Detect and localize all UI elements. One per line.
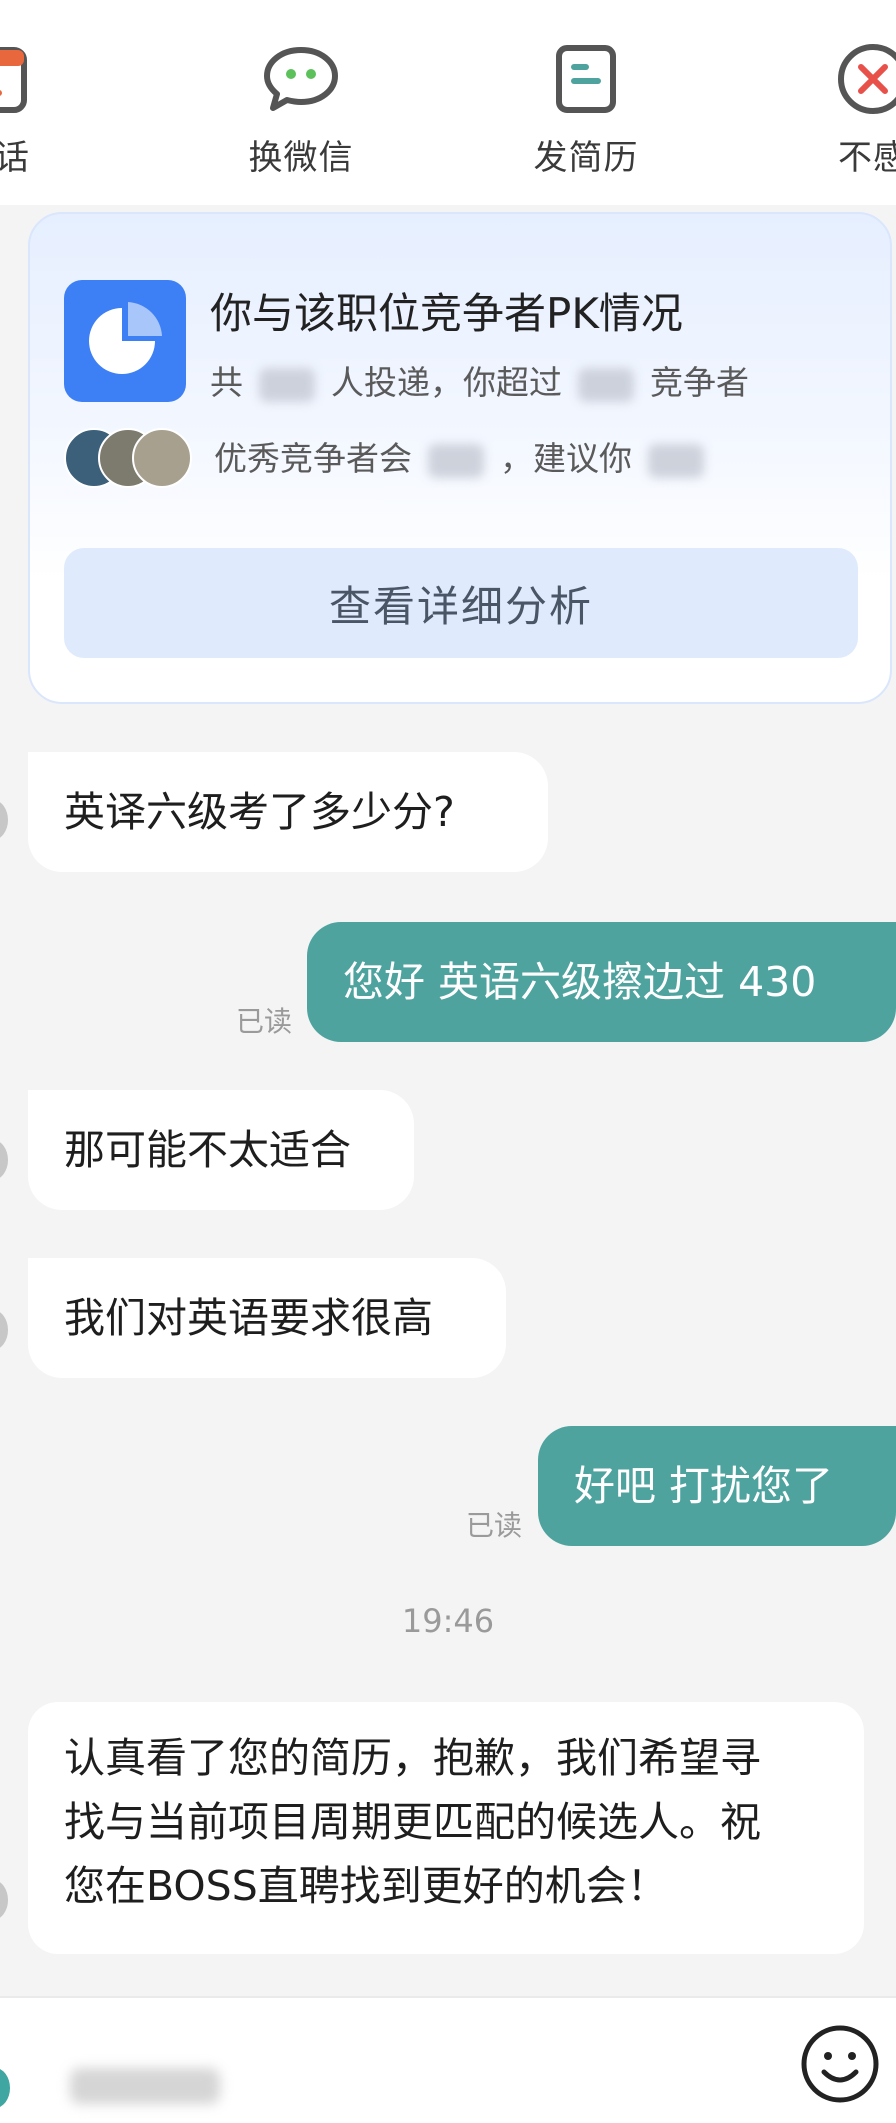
resume-icon	[491, 38, 681, 120]
applicant-count-suffix: 竞争者	[650, 363, 749, 402]
chat-action-toolbar: 电话 换微信 发简历 不感	[0, 0, 896, 205]
emoji-icon[interactable]	[798, 2022, 882, 2110]
excellent-competitor-line: 优秀竞争者会 ，建议你	[214, 432, 720, 480]
message-line: 找与当前项目周期更匹配的候选人。祝	[64, 1798, 761, 1846]
excellent-competitor-prefix: 优秀竞争者会	[214, 439, 412, 478]
not-interested-icon	[778, 38, 896, 120]
not-interested-label: 不感	[838, 138, 896, 178]
pk-card-title: 你与该职位竞争者PK情况	[210, 289, 683, 338]
exchange-wechat-label: 换微信	[248, 138, 354, 178]
applicant-count-line: 共 人投递，你超过 竞争者	[210, 356, 749, 404]
avatar[interactable]	[0, 800, 8, 840]
blurred-applicant-count	[259, 367, 315, 402]
call-phone-action[interactable]: 电话	[0, 38, 90, 179]
competitor-avatars	[64, 428, 194, 488]
chat-message-sent: 您好 英语六级擦边过 430	[307, 922, 896, 1042]
phone-icon	[0, 38, 90, 120]
blurred-suggestion	[648, 443, 704, 478]
competitor-pk-card[interactable]: 你与该职位竞争者PK情况 共 人投递，你超过 竞争者 优秀竞争者会 ，建议你 查看详细…	[28, 212, 892, 704]
view-detailed-analysis-button[interactable]: 查看详细分析	[64, 548, 858, 658]
applicant-count-prefix: 共	[210, 363, 243, 402]
wechat-icon	[206, 38, 396, 120]
message-input[interactable]	[70, 2068, 220, 2104]
pie-chart-icon	[64, 280, 186, 402]
send-resume-label: 发简历	[533, 138, 639, 178]
message-line: 您在BOSS直聘找到更好的机会！	[64, 1862, 668, 1910]
blurred-skill	[428, 443, 484, 478]
message-line: 认真看了您的简历，抱歉，我们希望寻	[64, 1734, 761, 1782]
read-status: 已读	[466, 1509, 523, 1542]
avatar[interactable]	[0, 1880, 8, 1920]
chat-message-received: 我们对英语要求很高	[28, 1258, 506, 1378]
avatar	[132, 428, 192, 488]
chat-message-received: 英译六级考了多少分?	[28, 752, 548, 872]
send-resume-action[interactable]: 发简历	[491, 38, 681, 179]
not-interested-action[interactable]: 不感	[778, 38, 896, 179]
chat-message-received: 那可能不太适合	[28, 1090, 414, 1210]
voice-toggle-icon[interactable]	[0, 2068, 10, 2108]
applicant-count-middle: 人投递，你超过	[331, 363, 562, 402]
exchange-wechat-action[interactable]: 换微信	[206, 38, 396, 179]
excellent-competitor-middle: ，建议你	[500, 439, 632, 478]
avatar[interactable]	[0, 1140, 8, 1180]
call-phone-label: 电话	[0, 138, 30, 178]
read-status: 已读	[236, 1005, 293, 1038]
chat-message-received: 认真看了您的简历，抱歉，我们希望寻 找与当前项目周期更匹配的候选人。祝 您在BO…	[28, 1702, 864, 1954]
message-input-bar	[0, 1996, 896, 2123]
chat-message-sent: 好吧 打扰您了	[538, 1426, 896, 1546]
avatar[interactable]	[0, 1310, 8, 1350]
blurred-surpass-count	[578, 367, 634, 402]
message-timestamp: 19:46	[401, 1602, 495, 1640]
